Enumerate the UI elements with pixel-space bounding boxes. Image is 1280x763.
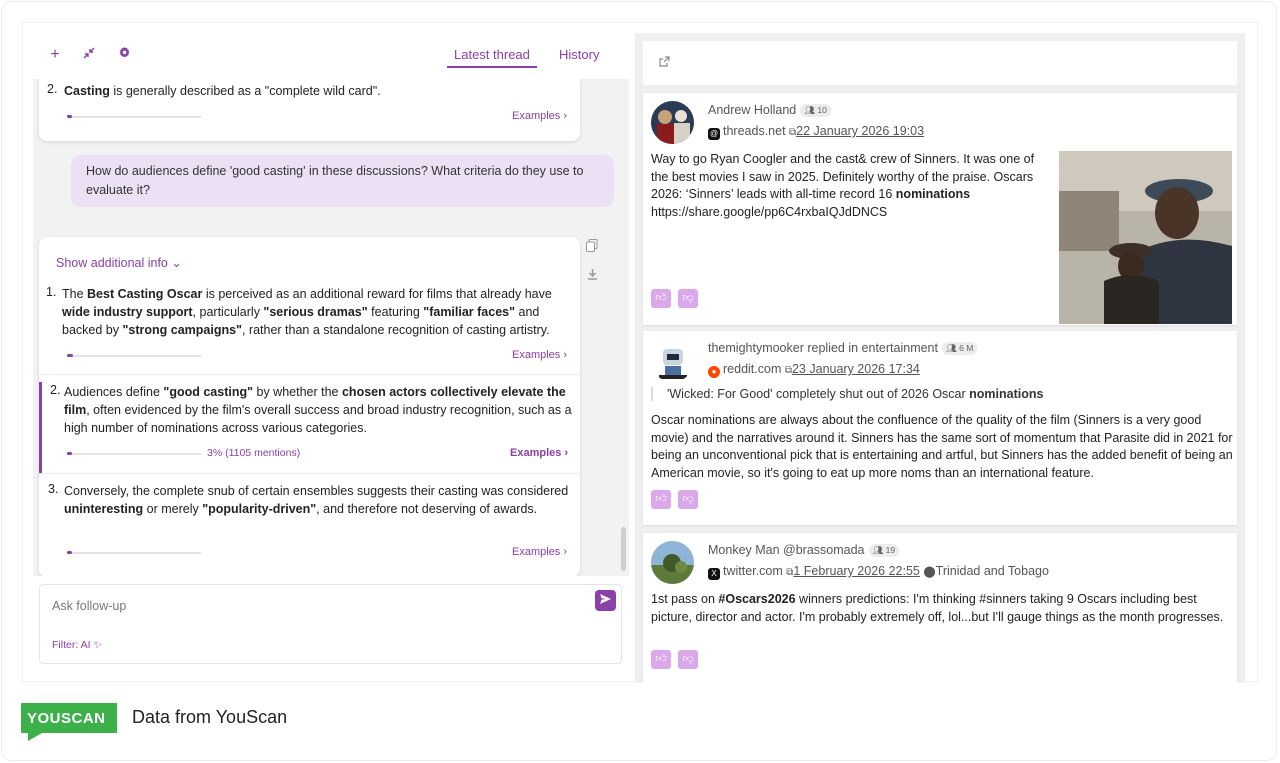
- follow-up-input[interactable]: [52, 595, 572, 617]
- youscan-logo: YOUSCAN: [21, 703, 117, 733]
- thumbs-down-button[interactable]: 👎︎: [678, 650, 698, 669]
- thumbs-up-button[interactable]: 👍︎: [651, 490, 671, 509]
- post-source[interactable]: reddit.com: [723, 362, 781, 376]
- answer-item-1-text: The Best Casting Oscar is perceived as a…: [62, 287, 552, 337]
- app-window: + Latest thread History 2. Casting is ge…: [22, 22, 1258, 683]
- open-external-icon[interactable]: [659, 56, 670, 70]
- location-pin-icon: ⬤︎: [923, 566, 936, 578]
- post-date[interactable]: 1 February 2026 22:55: [793, 564, 919, 578]
- post-source[interactable]: twitter.com: [723, 564, 783, 578]
- share-bar: [67, 354, 201, 357]
- post-date[interactable]: 22 January 2026 19:03: [796, 124, 924, 138]
- examples-link[interactable]: Examples ›: [512, 546, 567, 558]
- show-additional-info-toggle[interactable]: Show additional info ⌄: [56, 255, 182, 270]
- x-twitter-icon: X: [708, 568, 720, 580]
- post-text: Way to go Ryan Coogler and the cast& cre…: [651, 152, 1035, 219]
- user-message: How do audiences define 'good casting' i…: [71, 155, 614, 207]
- answer-card: Show additional info ⌄ 1. The Best Casti…: [39, 237, 580, 576]
- copy-icon[interactable]: [586, 239, 598, 255]
- post-meta: @ threads.net ⧉22 January 2026 19:03: [708, 124, 924, 140]
- collapse-icon[interactable]: [79, 45, 99, 65]
- answer-item-2-text: Audiences define "good casting" by wheth…: [64, 385, 572, 435]
- logo-tail: [28, 733, 42, 741]
- post-author[interactable]: themightymooker replied in entertainment…: [708, 341, 978, 355]
- answer-item-3-text: Conversely, the complete snub of certain…: [64, 484, 569, 516]
- tab-history[interactable]: History: [559, 47, 599, 62]
- post-quote: 'Wicked: For Good' completely shut out o…: [651, 387, 1043, 401]
- avatar: [651, 101, 694, 144]
- divider: [39, 473, 580, 474]
- gear-icon[interactable]: [114, 45, 134, 65]
- chevron-down-icon: ⌄: [171, 256, 182, 270]
- share-bar: [67, 452, 201, 455]
- post-date[interactable]: 23 January 2026 17:34: [792, 362, 920, 376]
- post-card[interactable]: themightymooker replied in entertainment…: [643, 331, 1237, 525]
- examples-link[interactable]: Examples ›: [512, 349, 567, 361]
- scrollbar[interactable]: [621, 527, 626, 571]
- item-number: 3.: [48, 482, 59, 496]
- filter-ai-button[interactable]: Filter: AI ✨︎: [52, 639, 102, 652]
- post-meta: Xtwitter.com ⧉1 February 2026 22:55 ⬤︎Tr…: [708, 564, 1049, 580]
- post-location: Trinidad and Tobago: [935, 564, 1049, 578]
- footer-text: Data from YouScan: [132, 707, 288, 727]
- divider: [39, 374, 580, 375]
- post-card[interactable]: Andrew Holland 👥︎ 10 @ threads.net ⧉22 Jan…: [643, 93, 1237, 325]
- chat-pane: + Latest thread History 2. Casting is ge…: [23, 23, 633, 683]
- avatar: [651, 541, 694, 584]
- previous-answer-card: 2. Casting is generally described as a "…: [39, 79, 580, 141]
- mentions-count: 3% (1105 mentions): [207, 447, 301, 459]
- post-text: 1st pass on #Oscars2026 winners predicti…: [651, 592, 1224, 624]
- item-number: 2.: [47, 82, 58, 96]
- post-author[interactable]: Monkey Man @brassomada 👥︎ 19: [708, 543, 900, 557]
- selected-indicator: [39, 382, 42, 474]
- examples-link[interactable]: Examples ›: [512, 110, 567, 122]
- examples-link[interactable]: Examples ›: [510, 447, 568, 459]
- sparkle-icon: ✨︎: [93, 639, 103, 651]
- followers-badge: 👥︎ 10: [800, 104, 831, 117]
- post-author[interactable]: Andrew Holland 👥︎ 10: [708, 103, 831, 117]
- mentions-feed: Andrew Holland 👥︎ 10 @ threads.net ⧉22 Jan…: [635, 33, 1245, 683]
- thumbs-up-button[interactable]: 👍︎: [651, 650, 671, 669]
- thumbs-down-button[interactable]: 👎︎: [678, 490, 698, 509]
- item-number: 1.: [46, 285, 57, 299]
- post-card[interactable]: Monkey Man @brassomada 👥︎ 19 Xtwitter.com…: [643, 533, 1237, 683]
- threads-icon: @: [708, 128, 720, 140]
- followers-badge: 👥︎ 6 M: [941, 342, 978, 355]
- download-icon[interactable]: [587, 268, 598, 283]
- post-source[interactable]: threads.net: [723, 124, 786, 138]
- thumbs-down-button[interactable]: 👎︎: [678, 289, 698, 308]
- thumbs-up-button[interactable]: 👍︎: [651, 289, 671, 308]
- reddit-icon: ●: [708, 366, 720, 378]
- tab-latest-thread[interactable]: Latest thread: [447, 47, 537, 68]
- post-text: Oscar nominations are always about the c…: [651, 413, 1233, 480]
- item-number: 2.: [50, 383, 61, 397]
- share-bar: [67, 115, 201, 118]
- followers-badge: 👥︎ 19: [868, 544, 900, 557]
- external-link-icon: ⧉: [784, 365, 792, 376]
- feed-toolbar: [643, 41, 1237, 85]
- item-text: Casting is generally described as a "com…: [64, 84, 381, 98]
- chat-toolbar: + Latest thread History: [23, 23, 633, 79]
- post-image[interactable]: [1059, 151, 1232, 324]
- send-button[interactable]: [595, 590, 616, 611]
- post-meta: ● reddit.com ⧉23 January 2026 17:34: [708, 362, 920, 378]
- share-bar: [67, 551, 201, 554]
- follow-up-box: Filter: AI ✨︎: [39, 584, 622, 664]
- plus-icon[interactable]: +: [45, 45, 65, 65]
- avatar: [651, 339, 694, 382]
- chat-thread: 2. Casting is generally described as a "…: [33, 79, 629, 576]
